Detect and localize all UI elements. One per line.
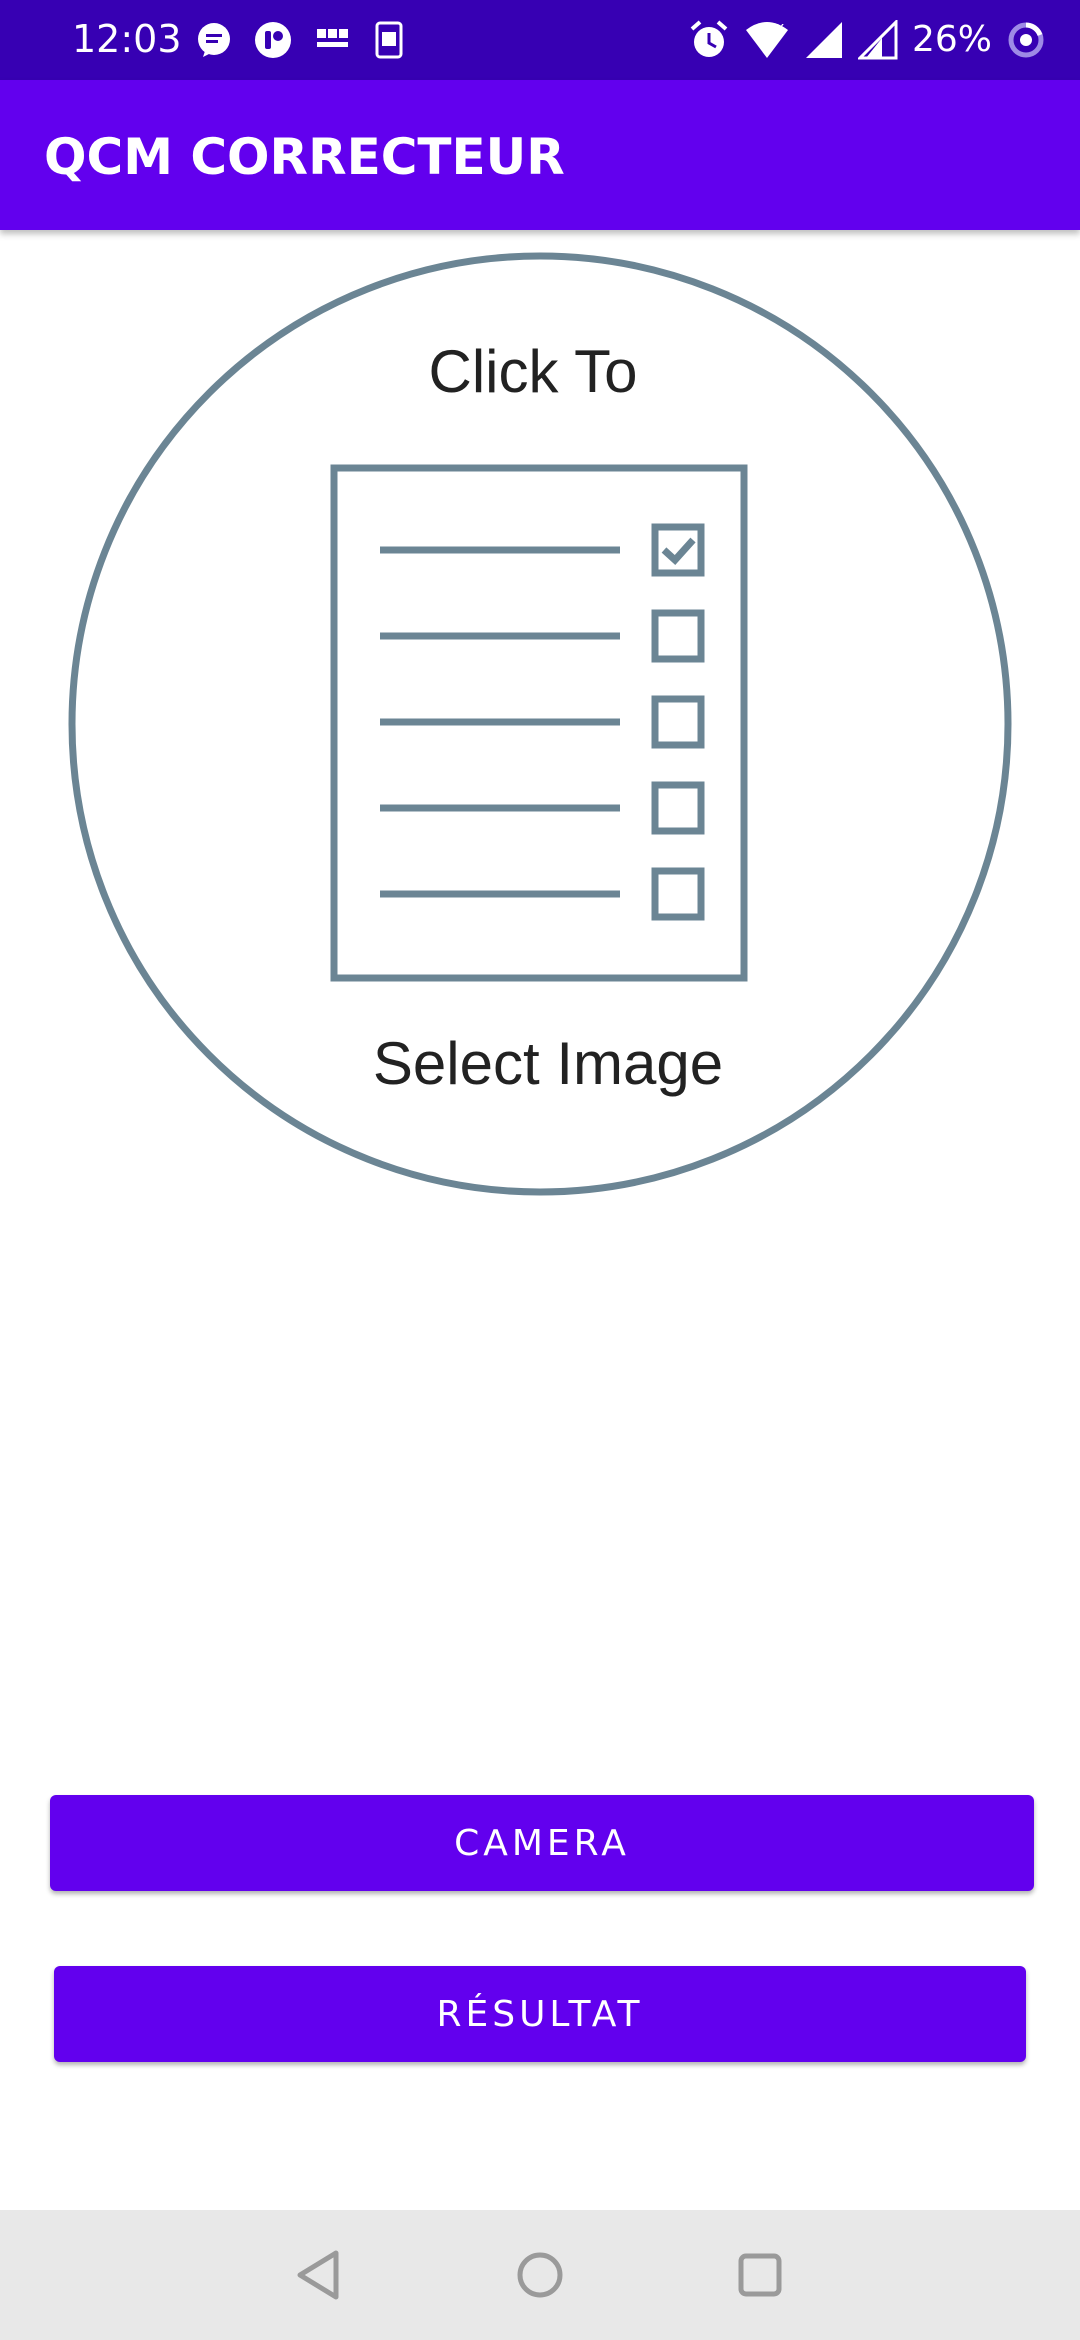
select-image-illustration: Click To Select Image <box>68 252 1012 1196</box>
back-icon[interactable] <box>290 2245 350 2305</box>
status-bar: 12:03 x 26% <box>0 0 1080 80</box>
app-bar: QCM CORRECTEUR <box>0 80 1080 230</box>
select-image-button[interactable]: Click To Select Image <box>68 252 1012 1196</box>
alarm-icon <box>690 20 728 57</box>
signal-icon <box>806 22 842 58</box>
navigation-bar <box>0 2210 1080 2340</box>
notification-icons <box>195 18 405 62</box>
click-to-text: Click To <box>429 338 638 405</box>
status-time: 12:03 <box>72 17 182 61</box>
signal-icon-2 <box>858 20 898 60</box>
contact-card-icon <box>375 21 403 59</box>
result-button[interactable]: RÉSULTAT <box>54 1966 1026 2062</box>
messaging-icon <box>198 23 230 57</box>
recents-icon[interactable] <box>730 2245 790 2305</box>
battery-ring-icon <box>1008 22 1044 58</box>
bbc-news-icon <box>317 29 348 47</box>
app-title: QCM CORRECTEUR <box>44 128 565 186</box>
camera-button[interactable]: CAMERA <box>50 1795 1034 1891</box>
wifi-icon: x <box>746 20 788 58</box>
battery-percentage: 26% <box>912 19 993 60</box>
select-image-text: Select Image <box>373 1030 723 1097</box>
system-icons: x 26% <box>688 16 1046 64</box>
home-icon[interactable] <box>510 2245 570 2305</box>
svg-text:x: x <box>776 20 784 36</box>
app-notification-icon <box>255 22 291 58</box>
